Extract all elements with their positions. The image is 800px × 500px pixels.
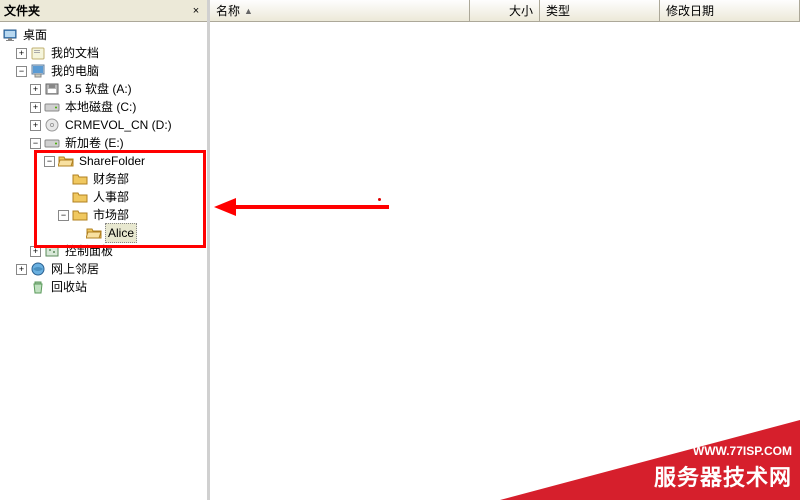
column-type[interactable]: 类型 xyxy=(540,0,660,21)
file-list-body[interactable] xyxy=(210,22,800,500)
column-label: 类型 xyxy=(546,2,570,19)
expand-icon[interactable]: + xyxy=(30,246,41,257)
spacer xyxy=(58,174,69,185)
folder-icon xyxy=(72,189,88,205)
tree-node-finance[interactable]: 财务部 xyxy=(2,170,205,188)
annotation-dot xyxy=(378,198,381,201)
node-label: CRMEVOL_CN (D:) xyxy=(63,116,174,134)
column-modified[interactable]: 修改日期 xyxy=(660,0,800,21)
tree-node-alice[interactable]: Alice xyxy=(2,224,205,242)
node-label-selected: Alice xyxy=(105,223,137,243)
folder-tree-panel: 文件夹 × 桌面 + 我的文档 − xyxy=(0,0,210,500)
node-label: 控制面板 xyxy=(63,242,115,260)
tree-node-recycle[interactable]: 回收站 xyxy=(2,278,205,296)
tree-node-controlpanel[interactable]: + 控制面板 xyxy=(2,242,205,260)
expand-icon[interactable]: + xyxy=(16,264,27,275)
expand-icon[interactable]: + xyxy=(30,84,41,95)
drive-icon xyxy=(44,99,60,115)
recycle-icon xyxy=(30,279,46,295)
spacer xyxy=(58,192,69,203)
tree-node-mydocs[interactable]: + 我的文档 xyxy=(2,44,205,62)
expand-icon[interactable]: + xyxy=(30,120,41,131)
close-icon[interactable]: × xyxy=(189,4,203,18)
node-label: 回收站 xyxy=(49,278,89,296)
node-label: 3.5 软盘 (A:) xyxy=(63,80,134,98)
tree-node-newvol-e[interactable]: − 新加卷 (E:) xyxy=(2,134,205,152)
list-header: 名称 ▲ 大小 类型 修改日期 xyxy=(210,0,800,22)
node-label: 网上邻居 xyxy=(49,260,101,278)
panel-title: 文件夹 xyxy=(4,2,40,19)
tree-node-hr[interactable]: 人事部 xyxy=(2,188,205,206)
tree-node-crmevol-d[interactable]: + CRMEVOL_CN (D:) xyxy=(2,116,205,134)
floppy-icon xyxy=(44,81,60,97)
folder-icon xyxy=(72,171,88,187)
expand-icon[interactable]: + xyxy=(16,48,27,59)
column-size[interactable]: 大小 xyxy=(470,0,540,21)
tree-node-sharefolder[interactable]: − ShareFolder xyxy=(2,152,205,170)
node-label: 财务部 xyxy=(91,170,131,188)
node-label: 我的文档 xyxy=(49,44,101,62)
spacer xyxy=(72,228,83,239)
control-panel-icon xyxy=(44,243,60,259)
tree-node-local-c[interactable]: + 本地磁盘 (C:) xyxy=(2,98,205,116)
node-label: 市场部 xyxy=(91,206,131,224)
drive-icon xyxy=(44,135,60,151)
cd-icon xyxy=(44,117,60,133)
desktop-icon xyxy=(2,27,18,43)
collapse-icon[interactable]: − xyxy=(44,156,55,167)
folder-doc-icon xyxy=(30,45,46,61)
file-list-panel: 名称 ▲ 大小 类型 修改日期 xyxy=(210,0,800,500)
node-label: 人事部 xyxy=(91,188,131,206)
column-label: 修改日期 xyxy=(666,2,714,19)
panel-header: 文件夹 × xyxy=(0,0,207,22)
folder-tree[interactable]: 桌面 + 我的文档 − 我的电脑 + 3 xyxy=(0,22,207,500)
node-label: 桌面 xyxy=(21,26,49,44)
tree-node-floppy[interactable]: + 3.5 软盘 (A:) xyxy=(2,80,205,98)
node-label: 新加卷 (E:) xyxy=(63,134,126,152)
collapse-icon[interactable]: − xyxy=(16,66,27,77)
network-icon xyxy=(30,261,46,277)
expand-icon[interactable]: + xyxy=(30,102,41,113)
tree-node-network[interactable]: + 网上邻居 xyxy=(2,260,205,278)
tree-node-mycomputer[interactable]: − 我的电脑 xyxy=(2,62,205,80)
collapse-icon[interactable]: − xyxy=(58,210,69,221)
spacer xyxy=(16,282,27,293)
column-name[interactable]: 名称 ▲ xyxy=(210,0,470,21)
collapse-icon[interactable]: − xyxy=(30,138,41,149)
node-label: 我的电脑 xyxy=(49,62,101,80)
column-label: 大小 xyxy=(509,2,533,19)
folder-icon xyxy=(72,207,88,223)
node-label: 本地磁盘 (C:) xyxy=(63,98,138,116)
folder-open-icon xyxy=(58,153,74,169)
node-label: ShareFolder xyxy=(77,152,147,170)
folder-open-icon xyxy=(86,225,102,241)
tree-node-desktop[interactable]: 桌面 xyxy=(2,26,205,44)
tree-node-marketing[interactable]: − 市场部 xyxy=(2,206,205,224)
sort-asc-icon: ▲ xyxy=(244,6,253,16)
column-label: 名称 xyxy=(216,2,240,19)
computer-icon xyxy=(30,63,46,79)
